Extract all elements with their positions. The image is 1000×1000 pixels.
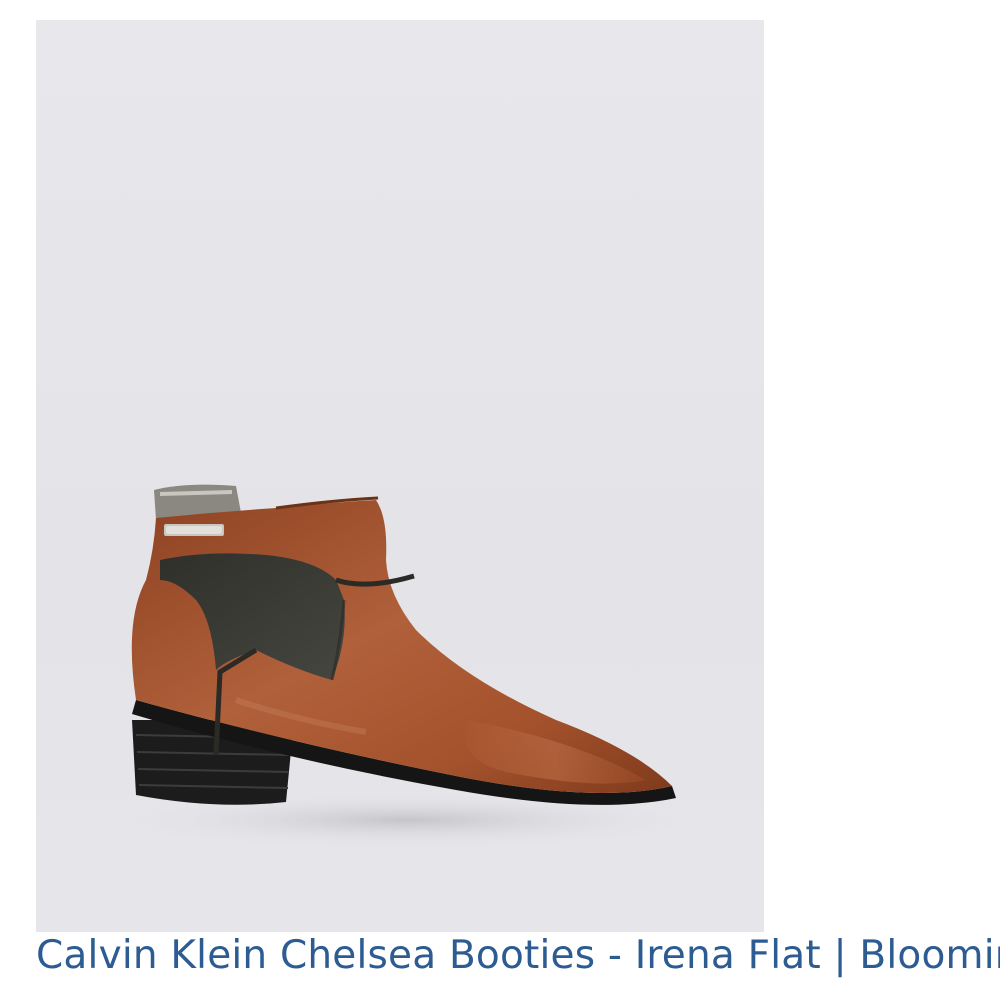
page: Calvin Klein Chelsea Booties - Irena Fla… [0,0,1000,1000]
product-title-link[interactable]: Calvin Klein Chelsea Booties - Irena Fla… [36,926,1000,986]
ankle-boot-icon [106,484,706,848]
product-image[interactable] [36,20,764,932]
